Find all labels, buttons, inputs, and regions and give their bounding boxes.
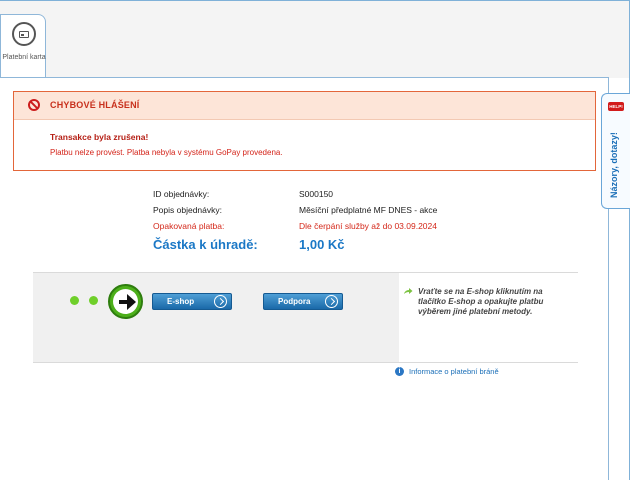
arrow-right-icon [108,284,143,319]
order-desc-value: Měsíční předplatné MF DNES - akce [299,205,438,215]
order-id-value: S000150 [299,189,334,199]
info-icon: i [395,367,404,376]
order-details: ID objednávky: S000150 Popis objednávky:… [153,189,483,259]
payment-gateway-info-link[interactable]: i Informace o platební bráně [395,367,499,376]
amount-label: Částka k úhradě: [153,237,258,252]
repeat-payment-row: Opakovaná platba: Dle čerpání služby až … [153,221,483,237]
support-button-label: Podpora [278,297,311,306]
chevron-right-icon [214,295,227,308]
error-box: CHYBOVÉ HLÁŠENÍ Transakce byla zrušena! … [13,91,596,171]
action-bar: E-shop Podpora Vraťte se na E-shop klikn… [33,272,578,363]
return-arrow-icon [404,288,413,294]
action-note: Vraťte se na E-shop kliknutím na tlačítk… [418,287,544,316]
support-button[interactable]: Podpora [263,293,343,310]
progress-dot [70,296,79,305]
error-title: CHYBOVÉ HLÁŠENÍ [50,100,140,110]
eshop-button[interactable]: E-shop [152,293,232,310]
action-panel: E-shop Podpora [33,273,399,362]
feedback-label: Názory, dotazy! [609,132,619,198]
no-entry-icon [28,99,40,111]
repeat-payment-value: Dle čerpání služby až do 03.09.2024 [299,221,437,231]
feedback-tab[interactable]: HELP! Názory, dotazy! [601,93,630,209]
error-heading: Transakce byla zrušena! [50,132,149,142]
order-desc-label: Popis objednávky: [153,205,222,215]
repeat-payment-label: Opakovaná platba: [153,221,225,231]
order-id-row: ID objednávky: S000150 [153,189,483,205]
chevron-right-icon [325,295,338,308]
info-link-label: Informace o platební bráně [409,367,499,376]
progress-dot [89,296,98,305]
order-desc-row: Popis objednávky: Měsíční předplatné MF … [153,205,483,221]
amount-row: Částka k úhradě: 1,00 Kč [153,237,483,259]
order-id-label: ID objednávky: [153,189,210,199]
eshop-button-label: E-shop [167,297,195,306]
amount-value: 1,00 Kč [299,237,345,252]
tab-payment-card[interactable]: Platební karta [0,14,46,78]
error-header: CHYBOVÉ HLÁŠENÍ [14,92,595,120]
tab-label: Platební karta [2,54,46,61]
credit-card-icon [12,22,36,46]
error-message: Platbu nelze provést. Platba nebyla v sy… [50,148,283,157]
